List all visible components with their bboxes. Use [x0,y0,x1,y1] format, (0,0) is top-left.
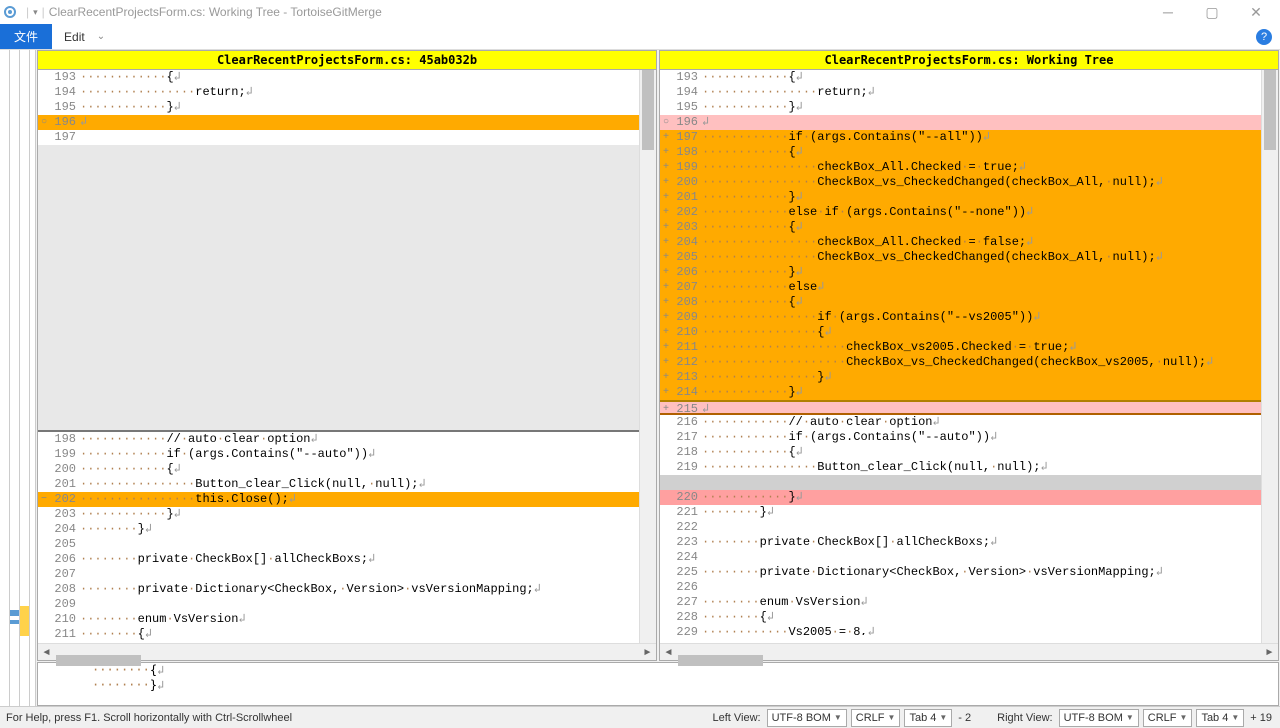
right-code-area[interactable]: 193············{↲194················retu… [660,70,1261,643]
left-tab-combo[interactable]: Tab 4▼ [904,709,952,727]
right-vscrollbar[interactable] [1261,70,1278,643]
app-icon [2,4,18,20]
status-help-text: For Help, press F1. Scroll horizontally … [6,712,292,724]
maximize-button[interactable]: ▢ [1190,0,1234,24]
bottom-pane[interactable]: ········{↲········}↲ [37,662,1279,706]
right-eol-combo[interactable]: CRLF▼ [1143,709,1193,727]
titlebar: | ▾ | ClearRecentProjectsForm.cs: Workin… [0,0,1280,24]
minimize-button[interactable]: ─ [1146,0,1190,24]
menu-edit[interactable]: Edit [52,26,97,48]
left-diff-count: - 2 [958,712,971,724]
right-encoding-combo[interactable]: UTF-8 BOM▼ [1059,709,1139,727]
right-pane-header: ClearRecentProjectsForm.cs: Working Tree [660,51,1278,70]
statusbar: For Help, press F1. Scroll horizontally … [0,706,1280,728]
left-encoding-combo[interactable]: UTF-8 BOM▼ [767,709,847,727]
left-view-label: Left View: [712,712,760,724]
menu-file[interactable]: 文件 [0,24,52,49]
help-icon[interactable]: ? [1256,29,1272,45]
left-code-area[interactable]: 193············{↲194················retu… [38,70,639,643]
right-view-label: Right View: [997,712,1052,724]
close-button[interactable]: ✕ [1234,0,1278,24]
ribbon-expand-icon[interactable]: ⌄ [97,31,105,42]
left-pane-header: ClearRecentProjectsForm.cs: 45ab032b [38,51,656,70]
locator-bar-3[interactable] [20,50,30,706]
locator-bar-4[interactable] [30,50,36,706]
window-title: ClearRecentProjectsForm.cs: Working Tree… [49,5,382,19]
right-pane: ClearRecentProjectsForm.cs: Working Tree… [659,50,1279,661]
locator-bar-1[interactable] [0,50,10,706]
left-hscrollbar[interactable]: ◄► [38,643,656,660]
right-hscrollbar[interactable]: ◄► [660,643,1278,660]
locator-bar-2[interactable] [10,50,20,706]
qat-dropdown-icon[interactable]: ▾ [33,7,38,18]
menubar: 文件 Edit ⌄ ? [0,24,1280,50]
right-tab-combo[interactable]: Tab 4▼ [1196,709,1244,727]
right-diff-count: + 19 [1250,712,1272,724]
left-eol-combo[interactable]: CRLF▼ [851,709,901,727]
left-pane: ClearRecentProjectsForm.cs: 45ab032b 193… [37,50,657,661]
left-vscrollbar[interactable] [639,70,656,643]
